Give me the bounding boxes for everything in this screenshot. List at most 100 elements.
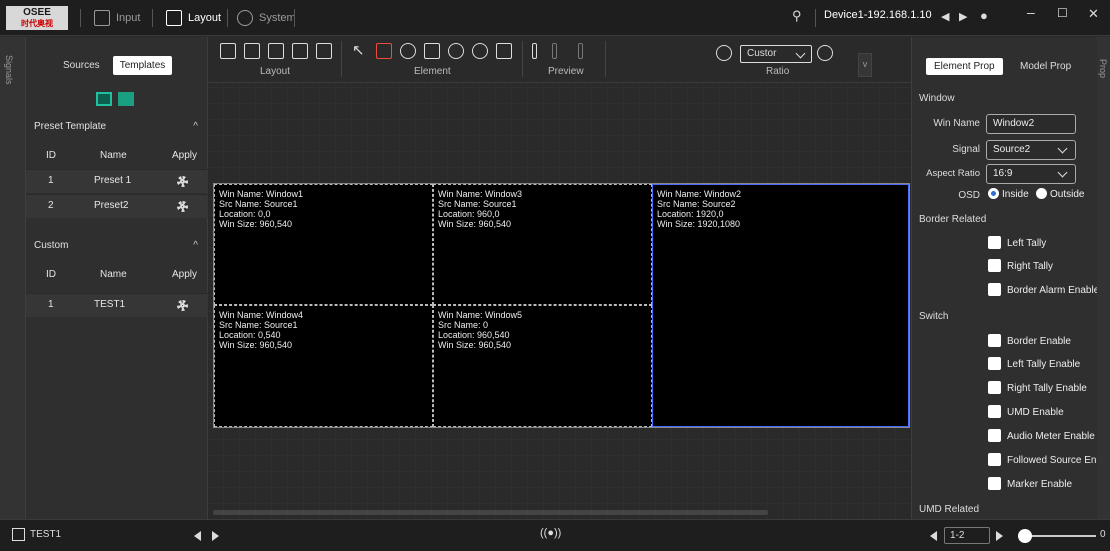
left-tally-enable-checkbox[interactable]: Left Tally Enable xyxy=(988,357,1080,373)
window-element-icon[interactable] xyxy=(376,43,392,59)
checkbox-icon xyxy=(988,283,1001,296)
prev-device-icon[interactable]: ◀ xyxy=(941,10,949,23)
divider xyxy=(80,9,81,27)
user-icon[interactable]: ● xyxy=(980,8,988,23)
followed-source-checkbox[interactable]: Followed Source Enal xyxy=(988,453,1104,469)
border-enable-checkbox[interactable]: Border Enable xyxy=(988,334,1071,350)
grid-view-icon[interactable] xyxy=(118,92,134,106)
page-select[interactable]: 1-2 xyxy=(944,527,990,544)
left-tally-checkbox[interactable]: Left Tally xyxy=(988,236,1046,252)
checkbox-icon xyxy=(988,334,1001,347)
layout-canvas[interactable]: Win Name: Window1 Src Name: Source1 Locati… xyxy=(208,84,911,519)
apply-gear-icon[interactable] xyxy=(177,176,188,187)
window-info: Win Name: Window5 Src Name: 0 Location: 96… xyxy=(438,310,523,350)
signals-side-tab[interactable]: Signals xyxy=(0,37,26,519)
horizontal-scrollbar[interactable] xyxy=(213,510,768,515)
clear-icon[interactable] xyxy=(496,43,512,59)
import-layout-icon[interactable] xyxy=(244,43,260,59)
next-device-icon[interactable]: ▶ xyxy=(959,10,967,23)
umd-enable-checkbox[interactable]: UMD Enable xyxy=(988,405,1064,421)
divider xyxy=(522,41,523,77)
minimize-icon[interactable]: – xyxy=(1027,4,1035,20)
right-tally-checkbox[interactable]: Right Tally xyxy=(988,259,1053,275)
aspect-ratio-select[interactable]: 16:9 xyxy=(986,164,1076,184)
zoom-out-icon[interactable] xyxy=(817,45,833,61)
text-element-icon[interactable] xyxy=(424,43,440,59)
screen-area[interactable]: Win Name: Window1 Src Name: Source1 Locati… xyxy=(213,183,910,428)
signal-select[interactable]: Source2 xyxy=(986,140,1076,160)
tab-element-prop[interactable]: Element Prop xyxy=(926,58,1003,75)
zoom-in-icon[interactable] xyxy=(716,45,732,61)
collapse-icon[interactable]: ^ xyxy=(193,240,198,251)
status-bar: TEST1 ((●)) 1-2 0 xyxy=(0,519,1110,551)
apply-gear-icon[interactable] xyxy=(177,201,188,212)
app-window: OSEE 时代奥视 Input Layout System ⚲ Device1-… xyxy=(0,0,1110,551)
radio-selected-icon xyxy=(988,188,999,199)
table-row[interactable]: 1 Preset 1 xyxy=(26,169,208,193)
window-3[interactable]: Win Name: Window3 Src Name: Source1 Locati… xyxy=(433,184,652,305)
layout-icon xyxy=(166,10,182,26)
marker-enable-checkbox[interactable]: Marker Enable xyxy=(988,477,1072,493)
win-name-field[interactable]: Window2 xyxy=(986,114,1076,134)
zoom-slider-handle[interactable] xyxy=(1018,529,1032,543)
scroll-left-icon[interactable] xyxy=(194,531,201,541)
window-info: Win Name: Window2 Src Name: Source2 Locati… xyxy=(657,189,742,229)
window-info: Win Name: Window3 Src Name: Source1 Locati… xyxy=(438,189,523,229)
scroll-right-icon[interactable] xyxy=(212,531,219,541)
layout-toolbar: Layout ↖ Element Preview Custor Ratio v xyxy=(208,37,911,83)
connect-icon[interactable]: ⚲ xyxy=(792,8,802,24)
osd-inside-radio[interactable]: Inside xyxy=(988,188,1029,204)
properties-panel: Element Prop Model Prop Window Win Name … xyxy=(911,37,1104,519)
input-icon xyxy=(94,10,110,26)
brand-logo: OSEE 时代奥视 xyxy=(6,6,68,30)
audio-meter-enable-checkbox[interactable]: Audio Meter Enable xyxy=(988,429,1095,445)
preset-table-header: ID Name Apply xyxy=(46,150,198,161)
checkbox-icon xyxy=(988,453,1001,466)
single-view-icon[interactable] xyxy=(96,92,112,106)
pointer-icon[interactable]: ↖ xyxy=(352,41,368,59)
broadcast-icon[interactable]: ((●)) xyxy=(540,527,561,539)
divider xyxy=(152,9,153,27)
menu-input[interactable]: Input xyxy=(94,0,140,36)
clock-icon[interactable] xyxy=(400,43,416,59)
tab-templates[interactable]: Templates xyxy=(112,56,173,75)
delete-element-icon[interactable] xyxy=(472,43,488,59)
menu-system[interactable]: System xyxy=(237,0,296,36)
timer-icon[interactable] xyxy=(448,43,464,59)
checkbox-icon xyxy=(988,381,1001,394)
border-alarm-checkbox[interactable]: Border Alarm Enable xyxy=(988,283,1099,299)
new-layout-icon[interactable] xyxy=(220,43,236,59)
window-1[interactable]: Win Name: Window1 Src Name: Source1 Locati… xyxy=(214,184,433,305)
tally-icon[interactable] xyxy=(532,43,537,59)
custom-template-header[interactable]: Custom ^ xyxy=(34,240,202,256)
window-5[interactable]: Win Name: Window5 Src Name: 0 Location: 96… xyxy=(433,305,652,427)
pen-icon[interactable] xyxy=(552,43,557,59)
table-row[interactable]: 1 TEST1 xyxy=(26,293,208,317)
lock-icon[interactable] xyxy=(316,43,332,59)
tab-model-prop[interactable]: Model Prop xyxy=(1012,58,1079,75)
next-page-icon[interactable] xyxy=(996,531,1003,541)
ratio-select[interactable]: Custor xyxy=(740,45,812,63)
preset-template-header[interactable]: Preset Template ^ xyxy=(34,121,202,137)
tab-sources[interactable]: Sources xyxy=(56,56,107,75)
save-as-icon[interactable] xyxy=(292,43,308,59)
device-label[interactable]: Device1-192.168.1.10 xyxy=(824,9,932,27)
section-window: Window xyxy=(919,93,955,104)
close-icon[interactable]: ✕ xyxy=(1088,6,1099,22)
collapse-icon[interactable]: ^ xyxy=(193,121,198,132)
system-icon xyxy=(237,10,253,26)
osd-outside-radio[interactable]: Outside xyxy=(1036,188,1084,204)
section-switch: Switch xyxy=(919,311,949,322)
prev-page-icon[interactable] xyxy=(930,531,937,541)
menu-layout[interactable]: Layout xyxy=(166,0,221,36)
apply-gear-icon[interactable] xyxy=(177,300,188,311)
window-2[interactable]: Win Name: Window2 Src Name: Source2 Locati… xyxy=(652,184,909,427)
save-icon[interactable] xyxy=(268,43,284,59)
prop-side-tab[interactable]: Prop xyxy=(1097,37,1110,519)
right-tally-enable-checkbox[interactable]: Right Tally Enable xyxy=(988,381,1087,397)
brush-icon[interactable] xyxy=(578,43,583,59)
toolbar-collapse-button[interactable]: v xyxy=(858,53,872,77)
table-row[interactable]: 2 Preset2 xyxy=(26,194,208,218)
window-4[interactable]: Win Name: Window4 Src Name: Source1 Locati… xyxy=(214,305,433,427)
maximize-icon[interactable]: ☐ xyxy=(1057,6,1068,20)
